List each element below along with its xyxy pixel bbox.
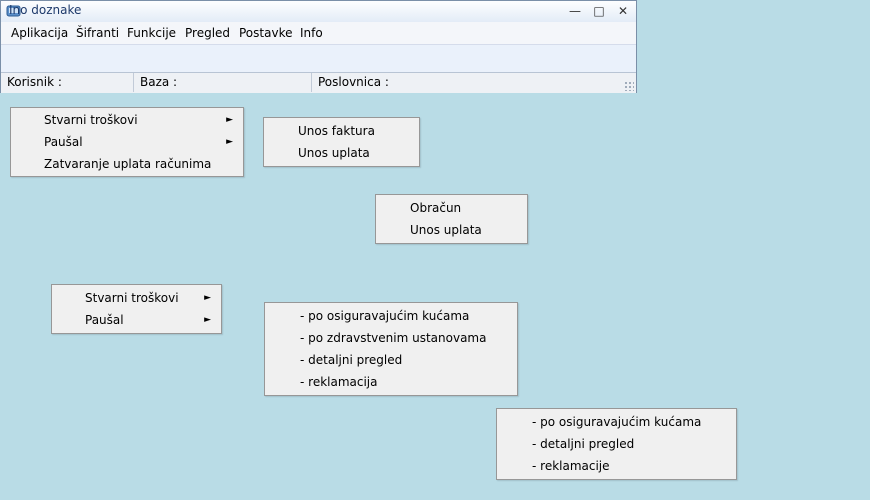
menu-item-stvarni-troskovi[interactable]: Stvarni troškovi ► [11, 109, 243, 131]
menu-item-label: Stvarni troškovi [85, 291, 179, 305]
submenu-arrow-icon: ► [226, 115, 233, 125]
stvarni-troskovi-submenu: Unos faktura Unos uplata [263, 117, 420, 167]
menu-item-label: Obračun [410, 201, 462, 215]
menu-item-label: Paušal [44, 135, 83, 149]
pregled-stvarni-submenu: - po osiguravajućim kućama - po zdravstv… [264, 302, 518, 396]
submenu-arrow-icon: ► [204, 315, 211, 325]
menu-pregled[interactable]: Pregled [185, 26, 230, 40]
menu-item-pausal[interactable]: Paušal ► [11, 131, 243, 153]
menu-bar: Aplikacija Šifranti Funkcije Pregled Pos… [1, 22, 636, 45]
menu-item-label: Zatvaranje uplata računima [44, 157, 212, 171]
menu-item-label: Paušal [85, 313, 124, 327]
menu-item-detaljni-pregled[interactable]: - detaljni pregled [497, 433, 736, 455]
funkcije-dropdown: Stvarni troškovi ► Paušal ► Zatvaranje u… [10, 107, 244, 177]
status-branch: Poslovnica : [318, 75, 389, 89]
menu-item-label: Unos uplata [410, 223, 482, 237]
menu-item-po-osiguravajucim-kucama[interactable]: - po osiguravajućim kućama [265, 305, 517, 327]
menu-item-label: Unos uplata [298, 146, 370, 160]
maximize-button[interactable]: □ [588, 2, 610, 20]
status-bar: Korisnik : Baza : Poslovnica : [1, 72, 636, 93]
app-window: Ino doznake — □ ✕ Aplikacija Šifranti Fu… [0, 0, 637, 93]
pausal-submenu: Obračun Unos uplata [375, 194, 528, 244]
menu-item-label: - po osiguravajućim kućama [300, 309, 470, 323]
menu-item-label: Unos faktura [298, 124, 375, 138]
submenu-arrow-icon: ► [226, 137, 233, 147]
menu-funkcije[interactable]: Funkcije [127, 26, 176, 40]
menu-item-unos-faktura[interactable]: Unos faktura [264, 120, 419, 142]
menu-item-label: - reklamacija [300, 375, 378, 389]
menu-item-po-osiguravajucim-kucama[interactable]: - po osiguravajućim kućama [497, 411, 736, 433]
menu-item-label: - po zdravstvenim ustanovama [300, 331, 487, 345]
title-bar[interactable]: Ino doznake — □ ✕ [1, 1, 636, 23]
menu-item-unos-uplata[interactable]: Unos uplata [264, 142, 419, 164]
resize-grip-icon[interactable] [624, 81, 634, 91]
menu-item-obracun[interactable]: Obračun [376, 197, 527, 219]
menu-item-reklamacija[interactable]: - reklamacija [265, 371, 517, 393]
menu-sifranti[interactable]: Šifranti [76, 26, 119, 40]
toolbar-area [1, 45, 636, 72]
menu-item-label: Stvarni troškovi [44, 113, 138, 127]
menu-aplikacija[interactable]: Aplikacija [11, 26, 68, 40]
menu-item-zatvaranje-uplata[interactable]: Zatvaranje uplata računima [11, 153, 243, 175]
minimize-button[interactable]: — [564, 2, 586, 20]
menu-item-label: - detaljni pregled [532, 437, 635, 451]
menu-postavke[interactable]: Postavke [239, 26, 292, 40]
menu-item-po-zdravstvenim-ustanovama[interactable]: - po zdravstvenim ustanovama [265, 327, 517, 349]
menu-item-stvarni-troskovi[interactable]: Stvarni troškovi ► [52, 287, 221, 309]
pregled-dropdown: Stvarni troškovi ► Paušal ► [51, 284, 222, 334]
menu-item-pausal[interactable]: Paušal ► [52, 309, 221, 331]
menu-item-label: - detaljni pregled [300, 353, 403, 367]
window-title: Ino doznake [9, 3, 82, 17]
menu-info[interactable]: Info [300, 26, 323, 40]
submenu-arrow-icon: ► [204, 293, 211, 303]
menu-item-label: - reklamacije [532, 459, 610, 473]
menu-item-detaljni-pregled[interactable]: - detaljni pregled [265, 349, 517, 371]
menu-item-unos-uplata[interactable]: Unos uplata [376, 219, 527, 241]
menu-item-reklamacije[interactable]: - reklamacije [497, 455, 736, 477]
status-user: Korisnik : [1, 73, 134, 92]
close-button[interactable]: ✕ [612, 2, 634, 20]
status-database: Baza : [134, 73, 312, 92]
pregled-pausal-submenu: - po osiguravajućim kućama - detaljni pr… [496, 408, 737, 480]
menu-item-label: - po osiguravajućim kućama [532, 415, 702, 429]
